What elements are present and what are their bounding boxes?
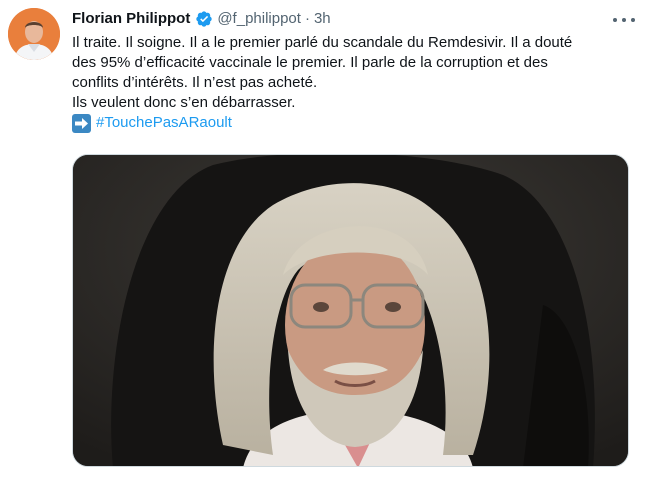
tweet-text: Il traite. Il soigne. Il a le premier pa…: [72, 33, 637, 133]
author-name[interactable]: Florian Philippot: [72, 9, 190, 29]
separator-dot: ·: [304, 10, 310, 27]
tweet-text-line: des 95% d’efficacité vaccinale le premie…: [72, 54, 548, 71]
author-handle[interactable]: @f_philippot: [217, 9, 301, 29]
hashtag-line: #TouchePasARaoult: [72, 113, 637, 133]
avatar[interactable]: [8, 8, 60, 60]
verified-badge-icon: [195, 10, 213, 28]
tweet-photo[interactable]: [72, 154, 629, 467]
tweet-text-line: Il traite. Il soigne. Il a le premier pa…: [72, 34, 573, 51]
tweet[interactable]: Florian Philippot @f_philippot · 3h Il t…: [0, 0, 655, 480]
tweet-header: Florian Philippot @f_philippot · 3h: [72, 9, 331, 29]
tweet-text-line: conflits d’intérêts. Il n’est pas acheté…: [72, 74, 318, 91]
tweet-text-line: Ils veulent donc s’en débarrasser.: [72, 94, 296, 111]
right-arrow-emoji-icon: [72, 113, 91, 133]
more-options-icon[interactable]: [613, 12, 635, 28]
tweet-timestamp[interactable]: 3h: [314, 9, 331, 29]
hashtag-link[interactable]: #TouchePasARaoult: [96, 113, 232, 133]
